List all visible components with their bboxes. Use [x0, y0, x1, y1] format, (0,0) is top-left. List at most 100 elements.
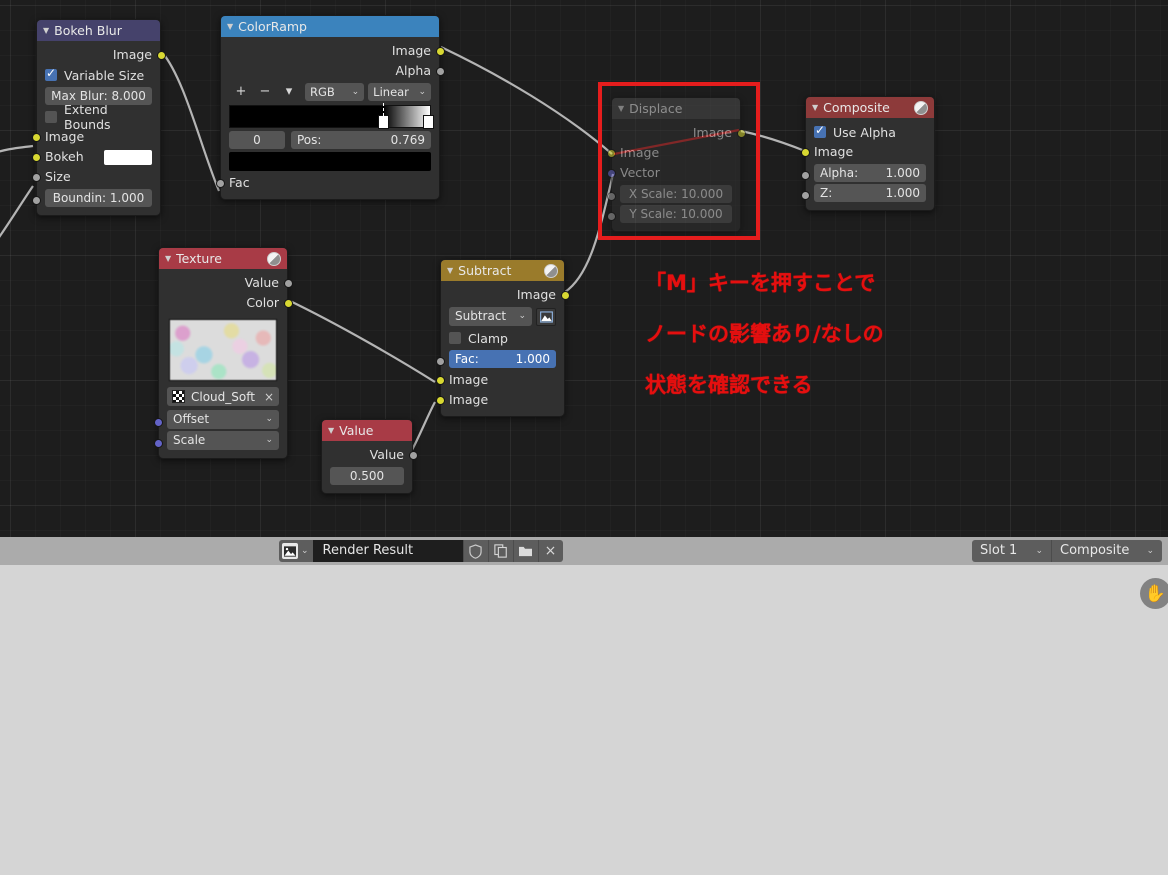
socket-row-output-image[interactable]: Image: [441, 285, 570, 305]
socket-fac-in[interactable]: [435, 356, 445, 366]
dropdown-color-mode[interactable]: RGB ⌄: [305, 83, 365, 101]
node-header-composite[interactable]: ▼ Composite: [806, 97, 934, 118]
socket-row-input-vector[interactable]: Vector: [606, 163, 740, 183]
socket-row-input-image[interactable]: Image: [800, 142, 934, 162]
field-offset[interactable]: Offset ⌄: [167, 410, 279, 429]
socket-bokeh-in[interactable]: [31, 152, 41, 162]
socket-image-out[interactable]: [736, 128, 746, 138]
alpha-convert-icon-button[interactable]: [536, 307, 556, 326]
socket-row-input-image-2[interactable]: Image: [435, 390, 564, 410]
field-z[interactable]: Z: 1.000: [814, 184, 926, 202]
socket-row-output-value[interactable]: Value: [322, 445, 418, 465]
open-image-button[interactable]: [512, 540, 538, 562]
socket-image-in[interactable]: [31, 132, 41, 142]
node-header-colorramp[interactable]: ▼ ColorRamp: [221, 16, 439, 37]
dropdown-render-layer[interactable]: Composite ⌄: [1052, 540, 1162, 562]
dropdown-render-slot[interactable]: Slot 1 ⌄: [972, 540, 1052, 562]
socket-x-scale-in[interactable]: [606, 191, 616, 201]
dropdown-blend-mode[interactable]: Subtract ⌄: [449, 307, 532, 326]
collapse-triangle-icon[interactable]: ▼: [227, 22, 233, 31]
color-swatch-bokeh[interactable]: [104, 149, 152, 165]
field-ramp-index[interactable]: 0: [229, 131, 285, 149]
socket-row-input-image-1[interactable]: Image: [435, 370, 564, 390]
socket-y-scale-in[interactable]: [606, 211, 616, 221]
field-ramp-pos[interactable]: Pos: 0.769: [291, 131, 431, 149]
field-bounding[interactable]: Boundin: 1.000: [45, 189, 152, 207]
checkbox-extend-bounds[interactable]: Extend Bounds: [37, 102, 160, 132]
node-editor-canvas[interactable]: ▼ Bokeh Blur Image Variable Size Max Blu…: [0, 0, 1168, 537]
checkbox-icon[interactable]: [45, 111, 57, 123]
unlink-icon[interactable]: ×: [264, 390, 274, 404]
socket-row-output-value[interactable]: Value: [159, 273, 293, 293]
image-browse-button[interactable]: ⌄: [279, 540, 313, 562]
node-composite[interactable]: ▼ Composite Use Alpha Image Alpha: 1: [800, 96, 935, 211]
image-viewer[interactable]: [0, 565, 1168, 875]
field-value[interactable]: 0.500: [330, 467, 404, 485]
field-scale[interactable]: Scale ⌄: [167, 431, 279, 450]
socket-alpha-in[interactable]: [800, 170, 810, 180]
socket-row-input-image[interactable]: Image: [606, 143, 740, 163]
remove-stop-button[interactable]: −: [253, 83, 277, 101]
dropdown-interpolation[interactable]: Linear ⌄: [368, 83, 431, 101]
node-header-texture[interactable]: ▼ Texture: [159, 248, 287, 269]
collapse-triangle-icon[interactable]: ▼: [812, 103, 818, 112]
socket-image-in-2[interactable]: [435, 395, 445, 405]
field-max-blur[interactable]: Max Blur: 8.000: [45, 87, 152, 105]
checkbox-icon[interactable]: [814, 123, 826, 138]
ramp-stop-end[interactable]: [422, 115, 434, 129]
collapse-triangle-icon[interactable]: ▼: [165, 254, 171, 263]
socket-alpha-out[interactable]: [435, 66, 445, 76]
socket-value-out[interactable]: [408, 450, 418, 460]
field-x-scale[interactable]: X Scale: 10.000: [620, 185, 732, 203]
checkbox-use-alpha[interactable]: Use Alpha: [806, 122, 934, 142]
node-subtract[interactable]: ▼ Subtract Image Subtract ⌄ Clamp Fac: 1…: [435, 259, 570, 417]
field-y-scale[interactable]: Y Scale: 10.000: [620, 205, 732, 223]
socket-scale-in[interactable]: [153, 438, 163, 448]
node-header-bokeh-blur[interactable]: ▼ Bokeh Blur: [37, 20, 160, 41]
collapse-triangle-icon[interactable]: ▼: [447, 266, 453, 275]
socket-z-in[interactable]: [800, 190, 810, 200]
socket-vector-in[interactable]: [606, 168, 616, 178]
socket-row-output-image[interactable]: Image: [612, 123, 746, 143]
socket-row-output-image[interactable]: Image: [37, 45, 166, 65]
socket-image-in-1[interactable]: [435, 375, 445, 385]
node-bokeh-blur[interactable]: ▼ Bokeh Blur Image Variable Size Max Blu…: [31, 19, 166, 216]
node-header-displace[interactable]: ▼ Displace: [612, 98, 740, 119]
unlink-image-button[interactable]: ×: [537, 540, 563, 562]
socket-image-in[interactable]: [800, 147, 810, 157]
colorramp-gradient[interactable]: [229, 103, 434, 129]
socket-row-output-image[interactable]: Image: [221, 41, 445, 61]
node-colorramp[interactable]: ▼ ColorRamp Image Alpha + − ▾ RGB ⌄ Line…: [215, 15, 445, 200]
fake-user-button[interactable]: [462, 540, 488, 562]
socket-image-out[interactable]: [156, 50, 166, 60]
checkbox-variable-size[interactable]: Variable Size: [37, 65, 160, 85]
ramp-menu-button[interactable]: ▾: [277, 83, 301, 101]
checkbox-clamp[interactable]: Clamp: [441, 328, 564, 348]
socket-row-input-fac[interactable]: Fac: [215, 173, 439, 193]
socket-image-in[interactable]: [606, 148, 616, 158]
socket-row-input-bokeh[interactable]: Bokeh: [31, 147, 160, 167]
node-header-subtract[interactable]: ▼ Subtract: [441, 260, 564, 281]
socket-image-out[interactable]: [435, 46, 445, 56]
socket-color-out[interactable]: [283, 298, 293, 308]
collapse-triangle-icon[interactable]: ▼: [618, 104, 624, 113]
socket-offset-in[interactable]: [153, 417, 163, 427]
socket-bounding-in[interactable]: [31, 195, 41, 205]
add-stop-button[interactable]: +: [229, 83, 253, 101]
field-alpha[interactable]: Alpha: 1.000: [814, 164, 926, 182]
new-image-button[interactable]: [487, 540, 513, 562]
ramp-stop-active[interactable]: [378, 103, 390, 129]
texture-datablock-selector[interactable]: Cloud_Soft ×: [167, 387, 279, 406]
node-displace[interactable]: ▼ Displace Image Image Vector X Scale: 1…: [606, 97, 746, 232]
collapse-triangle-icon[interactable]: ▼: [328, 426, 334, 435]
texture-browse-icon[interactable]: [172, 390, 185, 403]
socket-row-output-alpha[interactable]: Alpha: [221, 61, 445, 81]
socket-size-in[interactable]: [31, 172, 41, 182]
socket-fac-in[interactable]: [215, 178, 225, 188]
socket-row-input-image[interactable]: Image: [31, 127, 160, 147]
socket-row-output-color[interactable]: Color: [159, 293, 293, 313]
field-fac[interactable]: Fac: 1.000: [449, 350, 556, 368]
checkbox-icon[interactable]: [449, 332, 461, 344]
image-name-field[interactable]: Render Result: [312, 540, 463, 562]
node-header-value[interactable]: ▼ Value: [322, 420, 412, 441]
